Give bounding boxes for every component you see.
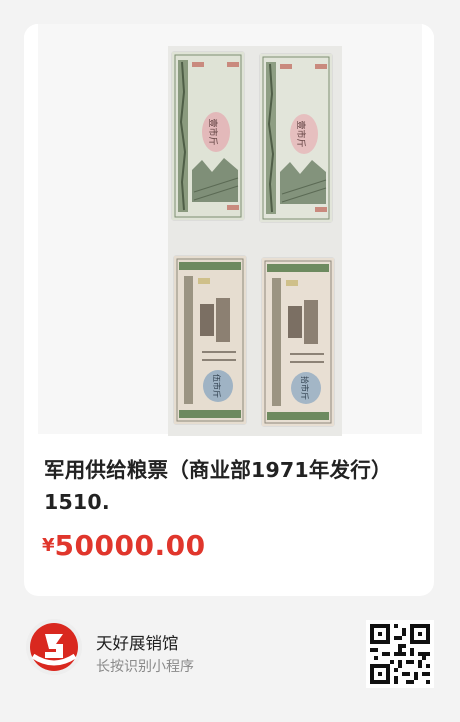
ration-coupon-green-right: 壹市斤 bbox=[260, 54, 332, 222]
product-image-frame: 壹市斤 壹市斤 伍市斤 拾市斤 bbox=[38, 24, 422, 436]
ration-coupon-green-left: 壹市斤 bbox=[172, 52, 244, 220]
shop-logo-icon bbox=[25, 618, 83, 676]
product-price: ¥50000.00 bbox=[42, 529, 206, 562]
product-title: 军用供给粮票（商业部1971年发行）1510. bbox=[44, 458, 392, 514]
ration-coupons-photo[interactable]: 壹市斤 壹市斤 伍市斤 拾市斤 bbox=[168, 46, 342, 436]
shop-name: 天好展销馆 bbox=[96, 634, 179, 653]
share-footer: 天好展销馆 长按识别小程序 bbox=[0, 596, 460, 722]
mini-program-qr-code[interactable] bbox=[366, 620, 434, 688]
ration-coupon-tan-right: 拾市斤 bbox=[262, 258, 334, 426]
ration-coupon-tan-left: 伍市斤 bbox=[174, 256, 246, 424]
svg-text:壹市斤: 壹市斤 bbox=[207, 118, 219, 145]
product-card[interactable]: 壹市斤 壹市斤 伍市斤 拾市斤 军用供给粮票（商业部1971年发行）1510. … bbox=[24, 24, 434, 596]
long-press-hint: 长按识别小程序 bbox=[96, 659, 194, 675]
svg-text:拾市斤: 拾市斤 bbox=[300, 376, 310, 400]
currency-symbol: ¥ bbox=[42, 535, 55, 556]
product-image-area: 壹市斤 壹市斤 伍市斤 拾市斤 bbox=[24, 24, 434, 436]
svg-text:伍市斤: 伍市斤 bbox=[212, 374, 222, 398]
svg-text:壹市斤: 壹市斤 bbox=[295, 120, 307, 147]
price-amount: 50000.00 bbox=[54, 529, 206, 562]
